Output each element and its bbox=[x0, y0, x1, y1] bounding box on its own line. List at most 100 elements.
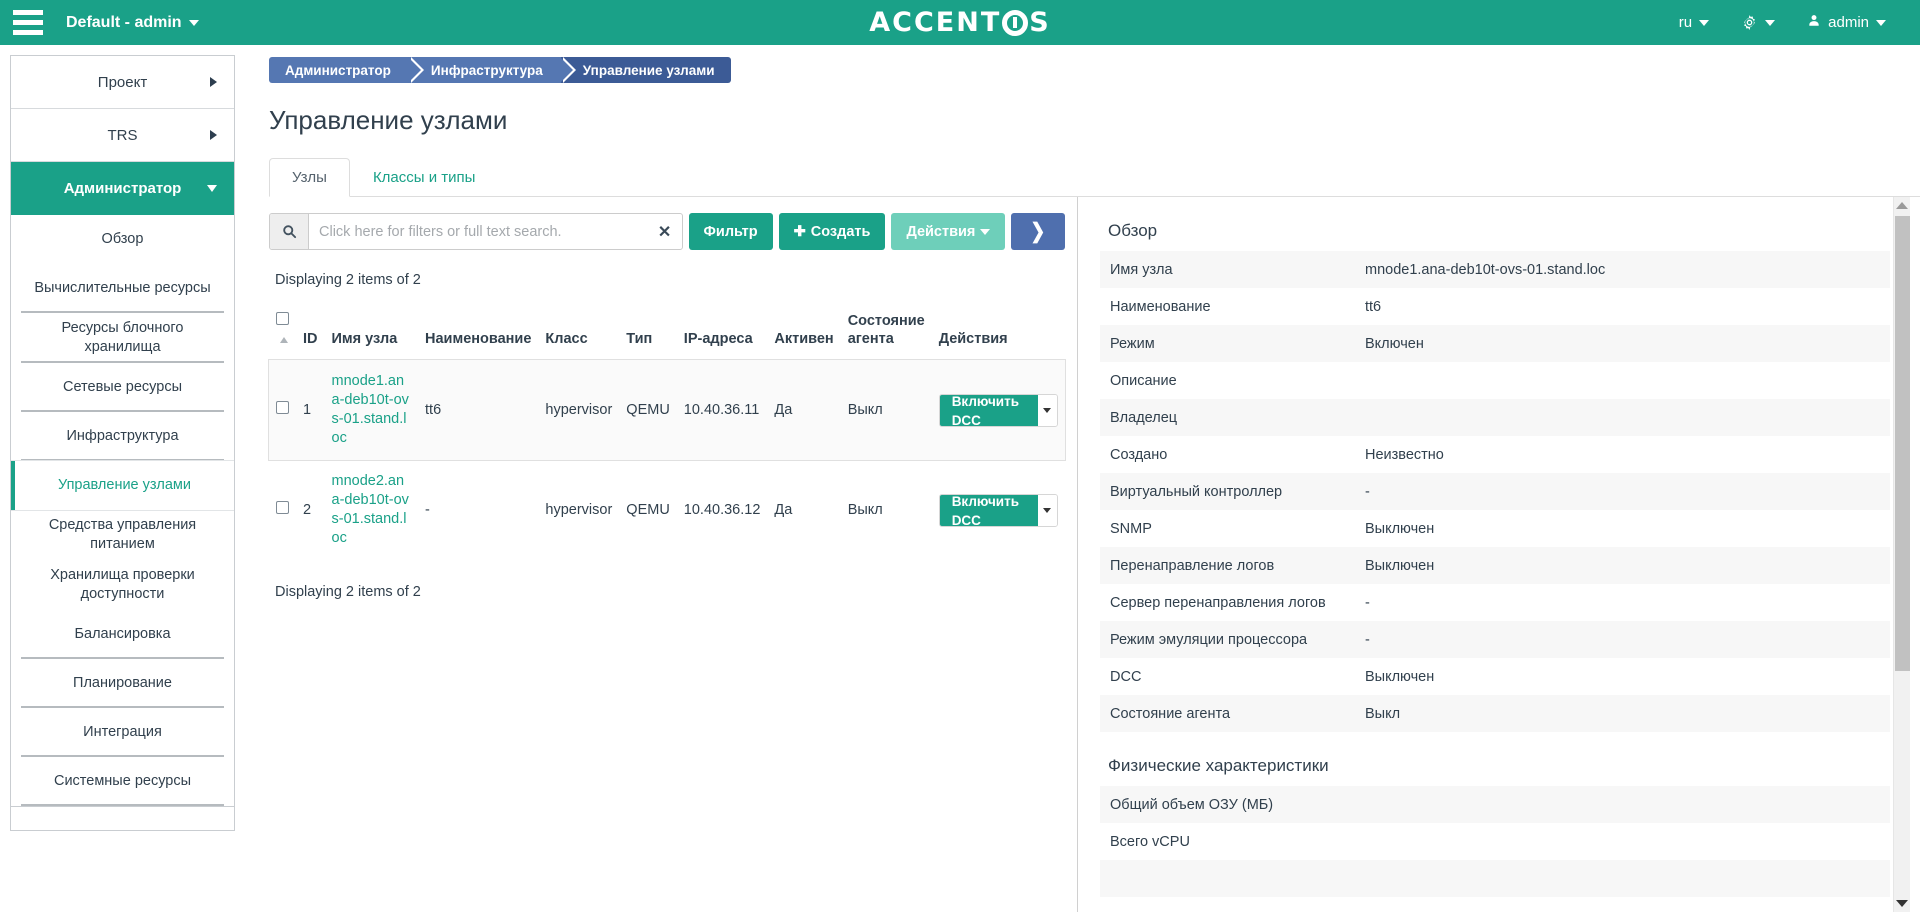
detail-value: Неизвестно bbox=[1365, 446, 1444, 463]
col-type[interactable]: Тип bbox=[619, 312, 677, 360]
breadcrumb-item-admin[interactable]: Администратор bbox=[269, 57, 424, 83]
scrollbar-thumb[interactable] bbox=[1895, 216, 1910, 671]
chevron-right-icon: ❯ bbox=[1030, 220, 1046, 243]
detail-value: Выключен bbox=[1365, 557, 1435, 574]
detail-value: Включен bbox=[1365, 335, 1424, 352]
col-active[interactable]: Активен bbox=[767, 312, 840, 360]
expand-panel-button[interactable]: ❯ bbox=[1011, 213, 1065, 250]
col-agent-state[interactable]: Состояние агента bbox=[841, 312, 932, 360]
language-selector[interactable]: ru bbox=[1663, 0, 1725, 45]
row-select-cell bbox=[269, 360, 296, 460]
sidebar-item-power-management[interactable]: Средства управления питанием bbox=[11, 510, 234, 560]
sidebar-item-node-management[interactable]: Управление узлами bbox=[11, 461, 234, 510]
sort-ascending-icon[interactable] bbox=[280, 337, 288, 343]
row-checkbox[interactable] bbox=[276, 400, 289, 414]
detail-value: Выключен bbox=[1365, 668, 1435, 685]
tab-label: Узлы bbox=[292, 169, 327, 186]
row-class: hypervisor bbox=[545, 501, 613, 518]
sidebar-item-system-resources[interactable]: Системные ресурсы bbox=[11, 757, 234, 806]
sidebar-item-overview[interactable]: Обзор bbox=[11, 215, 234, 264]
table-row[interactable]: 1 mnode1.ana-deb10t-ovs-01.stand.loc tt6… bbox=[268, 359, 1066, 461]
sidebar-item-availability-storage[interactable]: Хранилища проверки доступности bbox=[11, 560, 234, 610]
row-id: 1 bbox=[296, 360, 325, 460]
select-all-checkbox[interactable] bbox=[276, 312, 289, 325]
row-node-name-cell: mnode1.ana-deb10t-ovs-01.stand.loc bbox=[324, 360, 419, 460]
row-actions-dropdown-toggle[interactable] bbox=[1037, 395, 1057, 427]
main-content: Администратор Инфраструктура Управление … bbox=[245, 45, 1920, 912]
search-input[interactable] bbox=[309, 214, 648, 249]
create-button[interactable]: ✚ Создать bbox=[778, 213, 886, 250]
top-navbar: Default - admin ACCENT S ru admin bbox=[0, 0, 1920, 45]
hamburger-icon[interactable] bbox=[0, 0, 52, 45]
row-active: Да bbox=[767, 360, 841, 460]
nodes-table-body: 1 mnode1.ana-deb10t-ovs-01.stand.loc tt6… bbox=[268, 359, 1066, 560]
row-ip: 10.40.36.11 bbox=[676, 360, 768, 460]
sidebar-item-block-storage[interactable]: Ресурсы блочного хранилища bbox=[11, 313, 234, 363]
scroll-down-arrow-icon[interactable] bbox=[1896, 900, 1908, 907]
sidebar-item-network[interactable]: Сетевые ресурсы bbox=[11, 363, 234, 412]
detail-row: Сервер перенаправления логов - bbox=[1100, 584, 1890, 621]
filter-button[interactable]: Фильтр bbox=[688, 213, 773, 250]
detail-heading-overview: Обзор bbox=[1108, 221, 1158, 240]
col-node-name[interactable]: Имя узла bbox=[325, 312, 419, 360]
sidebar-footer-box bbox=[10, 807, 235, 831]
detail-value: mnode1.ana-deb10t-ovs-01.stand.loc bbox=[1365, 261, 1606, 278]
row-actions-dropdown-toggle[interactable] bbox=[1037, 495, 1057, 527]
sidebar-item-infrastructure[interactable]: Инфраструктура bbox=[11, 412, 234, 461]
breadcrumb-label: Управление узлами bbox=[582, 62, 715, 78]
actions-button-label: Действия bbox=[906, 223, 976, 240]
column-label: Класс bbox=[545, 331, 588, 347]
row-actions-cell: Включить DCC bbox=[932, 460, 1065, 560]
breadcrumb-item-node-management[interactable]: Управление узлами bbox=[560, 57, 731, 83]
node-name-link[interactable]: mnode2.ana-deb10t-ovs-01.stand.loc bbox=[332, 473, 409, 546]
scroll-up-arrow-icon[interactable] bbox=[1896, 202, 1908, 209]
context-switcher-label: Default - admin bbox=[66, 13, 182, 31]
sidebar-item-label: Инфраструктура bbox=[66, 428, 179, 444]
row-checkbox[interactable] bbox=[276, 500, 289, 514]
row-id: 2 bbox=[303, 501, 312, 518]
tab-nodes[interactable]: Узлы bbox=[269, 158, 350, 197]
enable-dcc-button[interactable]: Включить DCC bbox=[939, 495, 1038, 527]
search-icon[interactable] bbox=[270, 214, 309, 249]
column-label: Тип bbox=[626, 331, 653, 347]
col-class[interactable]: Класс bbox=[538, 312, 619, 360]
detail-term: Всего vCPU bbox=[1110, 833, 1190, 850]
detail-scrollbar[interactable] bbox=[1893, 197, 1910, 912]
sidebar-item-planning[interactable]: Планирование bbox=[11, 659, 234, 708]
context-switcher[interactable]: Default - admin bbox=[66, 14, 199, 32]
sidebar-item-balancing[interactable]: Балансировка bbox=[11, 610, 234, 659]
enable-dcc-button[interactable]: Включить DCC bbox=[939, 395, 1038, 427]
sidebar-item-label: Ресурсы блочного хранилища bbox=[61, 320, 184, 355]
row-agent-state: Выкл bbox=[847, 501, 883, 518]
detail-row: Перенаправление логов Выключен bbox=[1100, 547, 1890, 584]
brand-logo: ACCENT S bbox=[0, 0, 1920, 45]
breadcrumb-item-infrastructure[interactable]: Инфраструктура bbox=[408, 57, 576, 83]
settings-menu[interactable] bbox=[1725, 0, 1791, 45]
col-ip[interactable]: IP-адреса bbox=[677, 312, 768, 360]
node-name-link[interactable]: mnode1.ana-deb10t-ovs-01.stand.loc bbox=[332, 373, 409, 446]
table-row[interactable]: 2 mnode2.ana-deb10t-ovs-01.stand.loc - h… bbox=[269, 460, 1065, 560]
content-split: ✕ Фильтр ✚ Создать Действия ❯ bbox=[257, 197, 1920, 912]
sidebar-item-label: Планирование bbox=[73, 675, 172, 691]
table-header-row: ID Имя узла Наименование Класс Тип IP-ад… bbox=[269, 312, 1065, 360]
clear-search-icon[interactable]: ✕ bbox=[648, 214, 682, 249]
user-menu[interactable]: admin bbox=[1791, 0, 1902, 45]
actions-dropdown-button[interactable]: Действия bbox=[891, 213, 1006, 250]
col-title[interactable]: Наименование bbox=[418, 312, 538, 360]
sidebar-item-integration[interactable]: Интеграция bbox=[11, 708, 234, 757]
tab-bar: Узлы Классы и типы bbox=[269, 156, 1920, 197]
column-label: ID bbox=[303, 331, 318, 347]
row-action-split-button: Включить DCC bbox=[938, 394, 1058, 428]
tab-classes-and-types[interactable]: Классы и типы bbox=[350, 158, 498, 197]
sidebar-group-project[interactable]: Проект bbox=[11, 56, 234, 109]
detail-row: Общий объем ОЗУ (МБ) bbox=[1100, 786, 1890, 823]
detail-term: DCC bbox=[1110, 668, 1142, 685]
detail-row: Наименование tt6 bbox=[1100, 288, 1890, 325]
sidebar-group-admin[interactable]: Администратор bbox=[11, 162, 234, 215]
table-toolbar: ✕ Фильтр ✚ Создать Действия ❯ bbox=[269, 213, 1065, 250]
col-id[interactable]: ID bbox=[296, 312, 325, 360]
row-title: - bbox=[425, 501, 430, 518]
sidebar-item-compute[interactable]: Вычислительные ресурсы bbox=[11, 264, 234, 313]
detail-row: Описание bbox=[1100, 362, 1890, 399]
sidebar-group-trs[interactable]: TRS bbox=[11, 109, 234, 162]
